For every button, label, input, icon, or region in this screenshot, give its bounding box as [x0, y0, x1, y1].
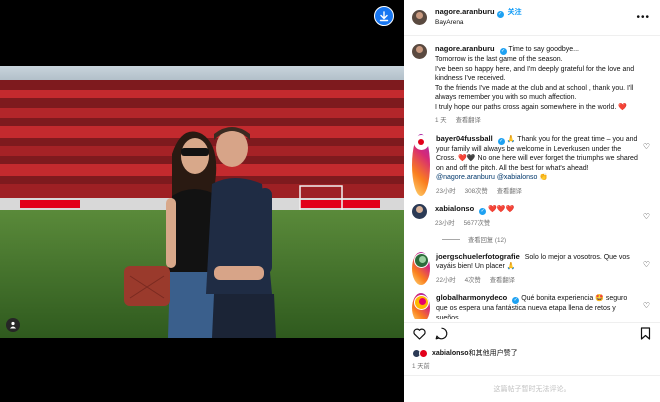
post-photo[interactable] [0, 66, 404, 338]
likes-user[interactable]: xabialonso [432, 350, 469, 357]
comment-meta: 23小时 5677次赞 [435, 219, 647, 229]
commenter-avatar [413, 135, 429, 150]
person-icon [10, 321, 16, 329]
comment-item: joergschuelerfotografie Solo lo mejor a … [412, 251, 652, 286]
commenter-avatar[interactable] [412, 204, 427, 219]
comment-like-heart-icon[interactable]: ♡ [643, 142, 650, 151]
caption-time[interactable]: 1 天 [435, 117, 447, 124]
author-username[interactable]: nagore.aranburu [435, 7, 495, 16]
verified-icon: ✓ [497, 137, 505, 145]
more-icon[interactable]: ••• [636, 12, 650, 23]
commenter-username[interactable]: globalharmonydeco [436, 293, 507, 302]
caption-author[interactable]: nagore.aranburu [435, 44, 495, 53]
verified-icon: ✓ [496, 11, 504, 18]
story-ring[interactable] [412, 133, 430, 196]
download-button[interactable] [374, 6, 394, 26]
view-replies[interactable]: 查看回复 (12) [442, 235, 652, 244]
comment-icon[interactable] [434, 327, 448, 341]
caption-translate-link[interactable]: 查看翻译 [456, 117, 481, 124]
verified-icon: ✓ [512, 297, 520, 304]
comment-likes[interactable]: 5677次赞 [464, 220, 491, 227]
post-side-panel: nagore.aranburu ✓ 关注 BayArena ••• nagore.a… [404, 0, 660, 402]
caption-author-avatar[interactable] [412, 44, 427, 59]
commenter-username[interactable]: bayer04fussball [436, 134, 493, 143]
liker-avatar [419, 348, 428, 358]
tagged-users-button[interactable] [6, 318, 20, 332]
download-icon [379, 10, 389, 21]
commenter-username[interactable]: joergschuelerfotografie [436, 252, 520, 261]
comment-mentions[interactable]: @nagore.aranburu @xabialonso [436, 174, 537, 181]
comment-meta: 22小时 4次赞 查看翻译 [436, 276, 640, 286]
caption-line-2: Tomorrow is the last game of the season. [435, 56, 563, 63]
post-date: 1 天前 [412, 363, 430, 370]
comment-like-heart-icon[interactable]: ♡ [643, 301, 650, 310]
comment-like-heart-icon[interactable]: ♡ [643, 212, 650, 221]
caption-meta: 1 天 查看翻译 [435, 116, 647, 126]
comment-translate-link[interactable]: 查看翻译 [490, 277, 515, 284]
story-ring[interactable] [412, 251, 430, 285]
caption-line-1: Time to say goodbye... [508, 46, 579, 53]
caption-line-5: I truly hope our paths cross again somew… [435, 103, 627, 111]
comment-time[interactable]: 23小时 [436, 188, 456, 195]
comment-likes[interactable]: 308次赞 [465, 188, 488, 195]
likes-text: xabialonso和其他用户赞了 [432, 348, 518, 358]
photo-illustration [0, 66, 404, 338]
post-location[interactable]: BayArena [435, 18, 522, 28]
likes-summary[interactable]: xabialonso和其他用户赞了 [412, 348, 518, 358]
comments-disabled-notice: 这篇帖子暂时无法评论。 [404, 375, 660, 402]
comment-text: ❤️❤️❤️ [488, 206, 515, 213]
view-replies-label[interactable]: 查看回复 (12) [468, 235, 506, 244]
commenter-avatar [413, 253, 429, 268]
author-avatar[interactable] [412, 10, 427, 25]
comments-list: nagore.aranburu ✓ Time to say goodbye... … [404, 37, 660, 319]
comment-meta: 23小时 308次赞 查看翻译 [436, 187, 640, 197]
commenter-avatar [413, 294, 429, 310]
comment-translate-link[interactable]: 查看翻译 [497, 188, 522, 195]
verified-icon: ✓ [499, 48, 507, 55]
post-actions [404, 322, 660, 344]
comment-item: globalharmonydeco ✓ Qué bonita experienci… [412, 293, 652, 319]
comment-time[interactable]: 23小时 [435, 220, 455, 227]
verified-icon: ✓ [479, 208, 487, 215]
replies-divider [442, 238, 460, 240]
caption-line-4: To the friends I've made at the club and… [435, 84, 634, 102]
comment-time[interactable]: 22小时 [436, 277, 456, 284]
commenter-username[interactable]: xabialonso [435, 204, 474, 213]
comment-like-heart-icon[interactable]: ♡ [643, 260, 650, 269]
photo-pane [0, 0, 404, 402]
comment-likes[interactable]: 4次赞 [465, 277, 481, 284]
story-ring[interactable] [412, 293, 430, 319]
comment-emoji: 👏 [539, 174, 549, 181]
heart-icon[interactable] [412, 327, 426, 341]
comment-item: xabialonso ✓ ❤️❤️❤️ 23小时 5677次赞 ♡ [412, 204, 652, 229]
post-caption: nagore.aranburu ✓ Time to say goodbye... … [412, 44, 652, 126]
post-header: nagore.aranburu ✓ 关注 BayArena ••• [404, 0, 660, 36]
bookmark-icon[interactable] [638, 327, 652, 341]
caption-line-3: I've been so happy here, and I'm deeply … [435, 65, 635, 83]
comment-item: bayer04fussball ✓ 🙏 Thank you for the gre… [412, 133, 652, 197]
follow-button[interactable]: 关注 [508, 9, 522, 16]
author-info: nagore.aranburu ✓ 关注 BayArena [435, 7, 522, 28]
likes-suffix: 和其他用户赞了 [468, 350, 518, 357]
